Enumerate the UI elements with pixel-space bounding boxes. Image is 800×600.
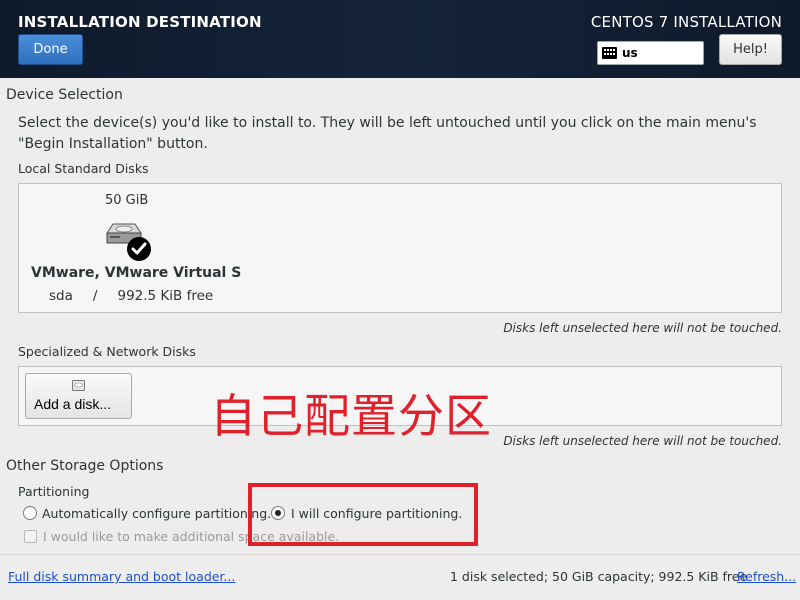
refresh-link[interactable]: Refresh... <box>737 569 796 584</box>
disk-name: VMware, VMware Virtual S <box>31 265 242 281</box>
disk-info: sda / 992.5 KiB free <box>49 288 213 304</box>
specialized-disks-heading: Specialized & Network Disks <box>18 344 196 359</box>
add-disk-label: Add a disk... <box>34 396 112 412</box>
annotation-highlight-box <box>248 483 478 546</box>
storage-summary: 1 disk selected; 50 GiB capacity; 992.5 … <box>450 569 748 584</box>
keyboard-icon <box>602 47 617 59</box>
small-disk-icon <box>72 380 85 391</box>
disk-device: sda <box>49 288 73 304</box>
page-title: INSTALLATION DESTINATION <box>18 13 262 31</box>
full-disk-summary-link[interactable]: Full disk summary and boot loader... <box>8 569 235 584</box>
selected-check-icon <box>127 237 151 261</box>
device-selection-intro-line2: "Begin Installation" button. <box>18 136 208 152</box>
specialized-disks-hint: Disks left unselected here will not be t… <box>503 434 782 448</box>
disk-free-space: 992.5 KiB free <box>117 288 214 304</box>
done-button[interactable]: Done <box>18 34 83 65</box>
add-disk-button[interactable]: Add a disk... <box>25 373 132 419</box>
other-storage-heading: Other Storage Options <box>6 458 164 474</box>
auto-partitioning-radio[interactable] <box>23 506 37 520</box>
help-button[interactable]: Help! <box>719 34 782 65</box>
product-title: CENTOS 7 INSTALLATION <box>590 13 782 31</box>
keyboard-layout-label: us <box>622 46 638 60</box>
device-selection-intro-line1: Select the device(s) you'd like to insta… <box>18 115 757 131</box>
local-disks-heading: Local Standard Disks <box>18 161 149 176</box>
partitioning-heading: Partitioning <box>18 484 90 499</box>
device-selection-heading: Device Selection <box>6 87 123 103</box>
local-disks-hint: Disks left unselected here will not be t… <box>503 321 782 335</box>
disk-size: 50 GiB <box>105 193 149 208</box>
header-bar: INSTALLATION DESTINATION Done CENTOS 7 I… <box>0 0 800 78</box>
additional-space-checkbox[interactable] <box>24 530 37 543</box>
disk-info-separator: / <box>92 288 98 304</box>
auto-partitioning-label[interactable]: Automatically configure partitioning. <box>42 506 271 521</box>
keyboard-layout-indicator[interactable]: us <box>597 41 704 65</box>
annotation-text: 自己配置分区 <box>210 389 492 443</box>
